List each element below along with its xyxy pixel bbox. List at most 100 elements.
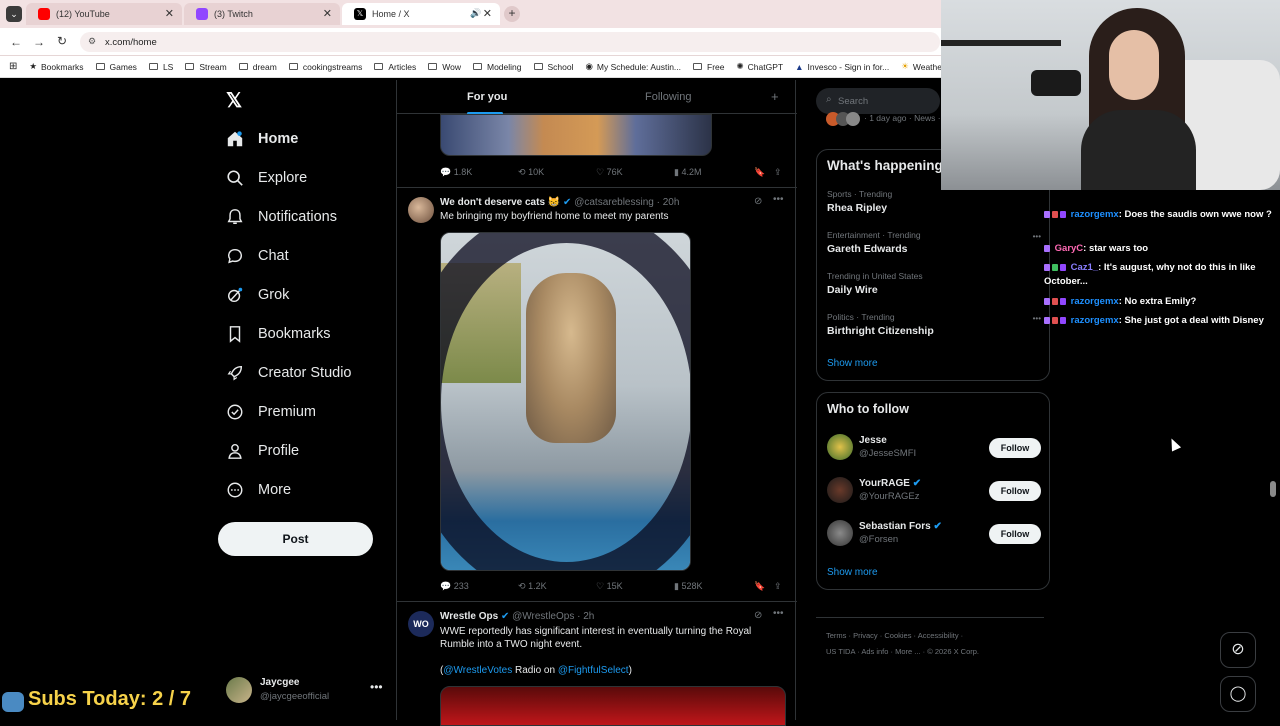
trend-item[interactable]: Trending in United States Daily Wire — [827, 271, 1041, 296]
new-tab-button[interactable]: + — [504, 6, 520, 22]
footer-link[interactable]: US TIDA — [826, 647, 855, 656]
footer-link[interactable]: More ... — [895, 647, 920, 656]
tweet-avatar[interactable] — [408, 197, 434, 223]
tab-home-x[interactable]: 𝕏 Home / X 🔊 ✕ — [342, 3, 500, 25]
nav-bookmarks[interactable]: Bookmarks — [226, 325, 331, 343]
follow-suggestion[interactable]: Jesse @JesseSMFI Follow — [817, 433, 1051, 465]
share-icon[interactable]: ⇪ — [774, 581, 782, 592]
address-bar[interactable]: ⚙ x.com/home — [80, 32, 940, 52]
nav-chat[interactable]: Chat — [226, 247, 289, 265]
bookmark-item[interactable]: Stream — [185, 62, 227, 72]
grok-icon[interactable]: ⊘ — [754, 196, 762, 207]
apps-grid-icon[interactable]: ⊞ — [9, 61, 17, 72]
nav-notifications[interactable]: Notifications — [226, 208, 337, 226]
nav-explore[interactable]: Explore — [226, 169, 307, 187]
tab-for-you[interactable]: For you — [467, 91, 507, 115]
tab-list-chevron-icon[interactable]: ⌄ — [6, 6, 22, 22]
tweet-time[interactable]: · 20h — [657, 197, 680, 208]
follow-button[interactable]: Follow — [989, 481, 1041, 501]
close-tab-icon[interactable]: ✕ — [165, 7, 174, 20]
bookmark-icon[interactable]: 🔖 — [754, 167, 774, 178]
bookmark-item[interactable]: Modeling — [473, 62, 522, 72]
page-scrollbar-thumb[interactable] — [1270, 481, 1276, 497]
tweet-avatar[interactable]: WO — [408, 611, 434, 637]
grok-icon[interactable]: ⊘ — [754, 610, 762, 621]
bookmark-icon[interactable]: 🔖 — [754, 581, 774, 592]
nav-creator-studio[interactable]: Creator Studio — [226, 364, 352, 382]
grok-floating-button[interactable]: ⊘ — [1220, 632, 1256, 668]
bookmark-item[interactable]: ▲ Invesco - Sign in for... — [795, 62, 889, 72]
bookmark-item[interactable]: Articles — [374, 62, 416, 72]
bookmark-item[interactable]: cookingstreams — [288, 62, 362, 72]
chat-username[interactable]: Caz1_ — [1071, 262, 1098, 273]
mention-link[interactable]: @WrestleVotes — [443, 665, 512, 676]
close-tab-icon[interactable]: ✕ — [483, 7, 492, 20]
chat-username[interactable]: razorgemx — [1071, 296, 1119, 307]
trend-item[interactable]: Sports · Trending Rhea Ripley — [827, 189, 1041, 214]
forward-icon[interactable]: → — [33, 35, 45, 49]
follow-suggestion[interactable]: Sebastian Fors ✔ @Forsen Follow — [817, 519, 1051, 551]
footer-link[interactable]: Terms — [826, 631, 846, 640]
more-horizontal-icon[interactable]: ••• — [773, 194, 784, 205]
bookmark-item[interactable]: Games — [95, 62, 137, 72]
more-horizontal-icon[interactable]: ••• — [1033, 314, 1041, 323]
like-button[interactable]: ♡ 76K — [596, 167, 674, 178]
nav-more[interactable]: More — [226, 481, 291, 499]
tweet-author-handle[interactable]: @WrestleOps — [512, 611, 574, 622]
footer-link[interactable]: Accessibility — [918, 631, 959, 640]
share-icon[interactable]: ⇪ — [774, 167, 782, 178]
trend-item[interactable]: Entertainment · Trending Gareth Edwards … — [827, 230, 1041, 255]
chat-username[interactable]: razorgemx — [1071, 209, 1119, 220]
nav-home[interactable]: Home — [226, 130, 298, 148]
reply-button[interactable]: 💬 233 — [440, 581, 518, 592]
footer-link[interactable]: Privacy — [853, 631, 878, 640]
show-more-link[interactable]: Show more — [827, 358, 878, 369]
search-input[interactable]: ⌕ Search — [816, 88, 940, 114]
views-button[interactable]: ▮ 528K — [674, 581, 754, 592]
site-info-icon[interactable]: ⚙ — [88, 36, 96, 47]
tweet-media[interactable] — [440, 686, 786, 726]
tweet-author-handle[interactable]: @catsareblessing — [574, 197, 654, 208]
follow-suggestion[interactable]: YourRAGE ✔ @YourRAGEz Follow — [817, 476, 1051, 508]
more-horizontal-icon[interactable]: ••• — [370, 680, 383, 694]
bookmark-item[interactable]: dream — [238, 62, 277, 72]
show-more-link[interactable]: Show more — [827, 567, 878, 578]
chat-username[interactable]: GaryC — [1055, 243, 1084, 254]
follow-button[interactable]: Follow — [989, 438, 1041, 458]
tweet-media[interactable] — [440, 114, 712, 156]
bookmark-item[interactable]: Wow — [428, 62, 461, 72]
add-tab-icon[interactable]: + — [771, 89, 779, 104]
tweet-author-name[interactable]: We don't deserve cats — [440, 197, 545, 208]
bookmark-item[interactable]: School — [533, 62, 574, 72]
bookmark-item[interactable]: Free — [693, 62, 725, 72]
nav-premium[interactable]: Premium — [226, 403, 316, 421]
trend-item[interactable]: Politics · Trending Birthright Citizensh… — [827, 312, 1041, 337]
messages-floating-button[interactable]: ◯ — [1220, 676, 1256, 712]
views-button[interactable]: ▮ 4.2M — [674, 167, 754, 178]
tab-youtube[interactable]: (12) YouTube ✕ — [26, 3, 182, 25]
footer-link[interactable]: Ads info — [861, 647, 888, 656]
footer-link[interactable]: Cookies — [884, 631, 911, 640]
bookmark-item[interactable]: LS — [148, 62, 173, 72]
mention-link[interactable]: @FightfulSelect — [558, 665, 629, 676]
chat-username[interactable]: razorgemx — [1071, 315, 1119, 326]
reply-button[interactable]: 💬 1.8K — [440, 167, 518, 178]
follow-button[interactable]: Follow — [989, 524, 1041, 544]
back-icon[interactable]: ← — [10, 35, 22, 49]
bookmark-item[interactable]: ◉ My Schedule: Austin... — [586, 61, 682, 72]
more-horizontal-icon[interactable]: ••• — [1033, 232, 1041, 241]
tab-following[interactable]: Following — [645, 91, 691, 103]
like-button[interactable]: ♡ 15K — [596, 581, 674, 592]
tweet-author-name[interactable]: Wrestle Ops — [440, 611, 498, 622]
nav-grok[interactable]: Grok — [226, 286, 289, 304]
tweet-media[interactable] — [440, 232, 691, 571]
post-button[interactable]: Post — [218, 522, 373, 556]
bookmark-item[interactable]: ★ Bookmarks — [29, 61, 83, 72]
repost-button[interactable]: ⟲ 1.2K — [518, 581, 596, 592]
reload-icon[interactable]: ↻ — [57, 34, 67, 48]
more-horizontal-icon[interactable]: ••• — [773, 608, 784, 619]
speaker-icon[interactable]: 🔊 — [470, 8, 481, 19]
account-switcher[interactable]: Jaycgee @jaycgeeofficial ••• — [226, 676, 386, 706]
bookmark-item[interactable]: ✺ ChatGPT — [737, 61, 784, 72]
x-logo-icon[interactable]: 𝕏 — [226, 88, 242, 113]
